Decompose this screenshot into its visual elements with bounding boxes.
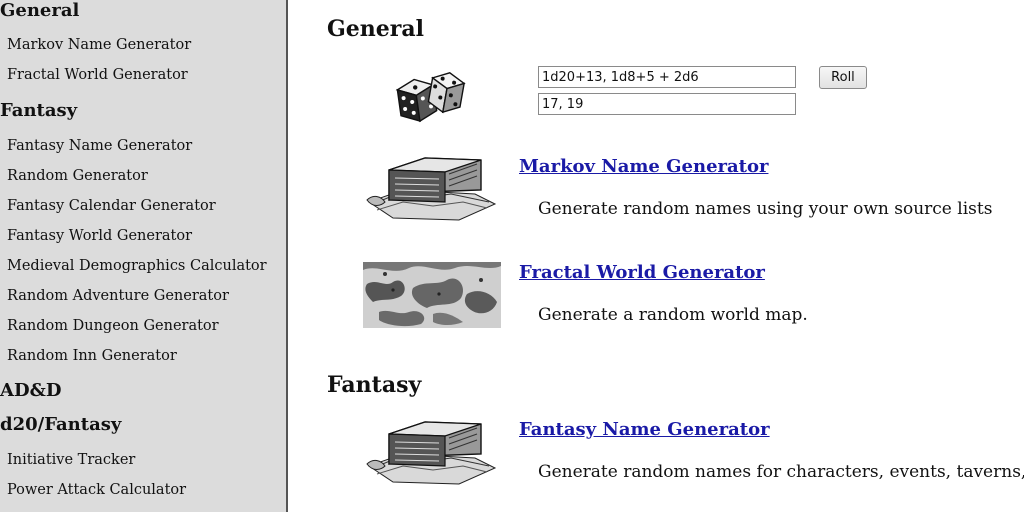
sidebar-item-power-attack-calculator[interactable]: Power Attack Calculator xyxy=(7,482,186,498)
world-map-icon xyxy=(363,262,501,328)
sidebar-heading-add: AD&D xyxy=(0,380,62,401)
dice-expression-input[interactable] xyxy=(538,66,796,88)
dice-icon xyxy=(395,72,466,123)
generator-description-markov: Generate random names using your own sou… xyxy=(538,199,993,219)
book-scroll-icon xyxy=(366,421,497,485)
generator-description-fantasy-name: Generate random names for characters, ev… xyxy=(538,462,1024,482)
generator-link-fantasy-name-generator[interactable]: Fantasy Name Generator xyxy=(519,419,770,440)
sidebar-item-fantasy-name-generator[interactable]: Fantasy Name Generator xyxy=(7,138,192,154)
sidebar-heading-d20-fantasy: d20/Fantasy xyxy=(0,414,122,435)
roll-button[interactable]: Roll xyxy=(819,66,867,89)
generator-link-markov-name-generator[interactable]: Markov Name Generator xyxy=(519,156,768,177)
sidebar: General Markov Name Generator Fractal Wo… xyxy=(0,0,288,512)
sidebar-item-random-generator[interactable]: Random Generator xyxy=(7,168,148,184)
section-title-fantasy: Fantasy xyxy=(327,372,422,398)
section-title-general: General xyxy=(327,16,424,42)
sidebar-item-random-dungeon-generator[interactable]: Random Dungeon Generator xyxy=(7,318,219,334)
sidebar-item-markov-name-generator[interactable]: Markov Name Generator xyxy=(7,37,191,53)
sidebar-item-random-inn-generator[interactable]: Random Inn Generator xyxy=(7,348,177,364)
book-scroll-icon xyxy=(366,157,497,221)
sidebar-item-fractal-world-generator[interactable]: Fractal World Generator xyxy=(7,67,188,83)
sidebar-item-fantasy-world-generator[interactable]: Fantasy World Generator xyxy=(7,228,192,244)
sidebar-item-initiative-tracker[interactable]: Initiative Tracker xyxy=(7,452,135,468)
generator-link-fractal-world-generator[interactable]: Fractal World Generator xyxy=(519,262,765,283)
dice-result-field[interactable] xyxy=(538,93,796,115)
sidebar-heading-fantasy: Fantasy xyxy=(0,100,78,121)
sidebar-item-fantasy-calendar-generator[interactable]: Fantasy Calendar Generator xyxy=(7,198,216,214)
sidebar-heading-general: General xyxy=(0,0,80,21)
main-content: General Roll xyxy=(288,0,1024,512)
generator-description-fractal: Generate a random world map. xyxy=(538,305,808,325)
sidebar-item-random-adventure-generator[interactable]: Random Adventure Generator xyxy=(7,288,229,304)
sidebar-item-medieval-demographics-calculator[interactable]: Medieval Demographics Calculator xyxy=(7,258,267,274)
